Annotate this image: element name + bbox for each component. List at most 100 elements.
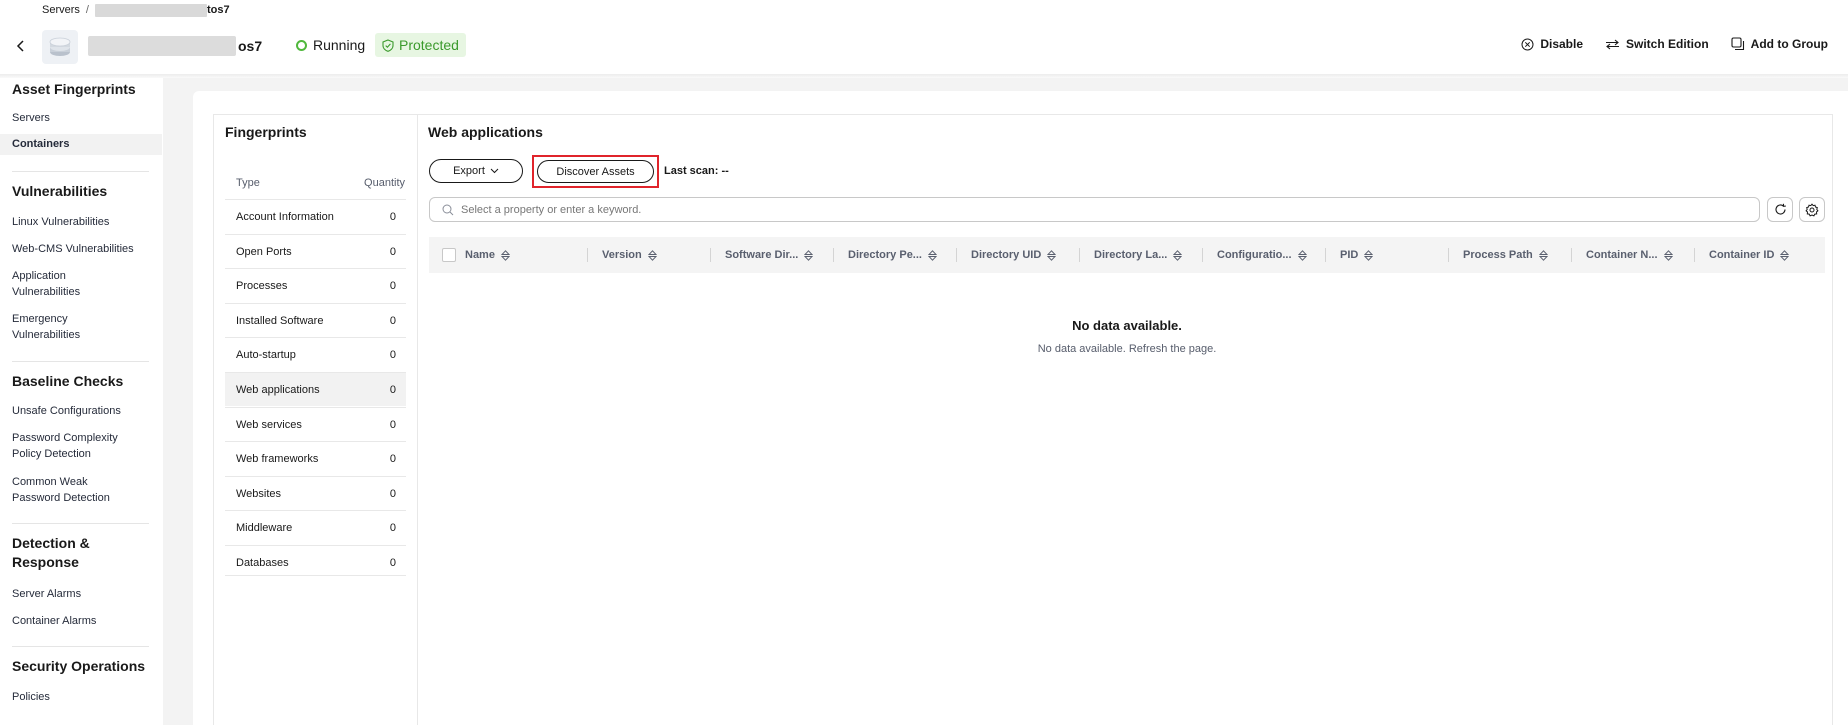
sidebar-item-unsafe-configurations[interactable]: Unsafe Configurations [12,403,121,419]
switch-edition-button[interactable]: Switch Edition [1605,37,1709,51]
nav-section-detection-response: Detection & Response [12,535,90,570]
sort-icon[interactable] [927,249,937,261]
sort-icon[interactable] [1173,249,1183,261]
search-placeholder: Select a property or enter a keyword. [461,203,642,216]
column-header[interactable]: Directory La... [1094,237,1183,273]
column-header[interactable]: Directory Pe... [848,237,937,273]
sidebar-item-policies[interactable]: Policies [12,689,50,705]
refresh-icon [1774,203,1786,215]
sort-icon[interactable] [647,249,657,261]
fingerprint-type-label: Installed Software [236,315,324,327]
sort-icon[interactable] [1663,249,1673,261]
fingerprint-type-label: Processes [236,280,288,292]
fingerprint-row[interactable]: Open Ports 0 [225,234,406,268]
badge-label: Protected [399,37,459,53]
discover-assets-button[interactable]: Discover Assets [537,160,654,183]
column-header[interactable]: Container N... [1586,237,1673,273]
column-header[interactable]: Container ID [1709,237,1790,273]
column-header[interactable]: Process Path [1463,237,1548,273]
fingerprint-row[interactable]: Auto-startup 0 [225,337,406,371]
column-header[interactable]: Software Dir... [725,237,814,273]
fingerprint-type-label: Web services [236,419,302,431]
chevron-down-icon [490,168,499,174]
fingerprint-row[interactable]: Websites 0 [225,476,406,510]
column-divider[interactable] [1571,248,1572,262]
server-stack-icon [42,30,78,64]
nav-section-security-operations: Security Operations [12,658,146,674]
sidebar-item-linux-vulnerabilities[interactable]: Linux Vulnerabilities [12,214,109,230]
fingerprint-row[interactable]: Processes 0 [225,268,406,302]
close-circle-icon [1521,38,1534,50]
sort-icon[interactable] [1047,249,1057,261]
sidebar-item-container-alarms[interactable]: Container Alarms [12,613,96,629]
column-header[interactable]: Directory UID [971,237,1057,273]
select-all-checkbox[interactable] [442,248,456,262]
column-header-label: Directory La... [1094,249,1168,261]
column-header-label: Directory UID [971,249,1042,261]
sidebar-item-emergency-vulnerabilities[interactable]: Emergency Vulnerabilities [12,311,122,343]
column-header[interactable]: PID [1340,237,1374,273]
settings-button[interactable] [1799,197,1825,222]
fingerprint-quantity: 0 [389,349,396,361]
nav-divider [12,646,149,647]
sidebar-item-containers[interactable]: Containers [0,134,162,155]
column-divider[interactable] [956,248,957,262]
sort-icon[interactable] [1297,249,1307,261]
fingerprint-type-label: Websites [236,488,282,500]
column-divider[interactable] [1079,248,1080,262]
empty-state-subtitle: No data available. Refresh the page. [1037,343,1217,355]
column-header[interactable]: Name [465,237,510,273]
column-header-label: Container ID [1709,249,1775,261]
sort-icon[interactable] [500,249,510,261]
search-input[interactable]: Select a property or enter a keyword. [429,197,1760,222]
shield-check-icon [382,38,394,52]
column-header[interactable]: Version [602,237,657,273]
column-divider[interactable] [1325,248,1326,262]
sort-icon[interactable] [1780,249,1790,261]
sidebar-item-servers[interactable]: Servers [12,110,50,126]
column-header-label: Version [602,249,642,261]
fingerprint-quantity: 0 [389,453,396,465]
column-divider[interactable] [833,248,834,262]
column-divider[interactable] [710,248,711,262]
nav-section-vulnerabilities: Vulnerabilities [12,183,108,199]
col-type: Type [236,177,260,189]
column-divider[interactable] [1694,248,1695,262]
sidebar-item-server-alarms[interactable]: Server Alarms [12,586,81,602]
column-header-label: Container N... [1586,249,1658,261]
fingerprint-row[interactable]: Databases 0 [225,545,406,579]
disable-button[interactable]: Disable [1521,37,1583,51]
sidebar-item-application-vulnerabilities[interactable]: Application Vulnerabilities [12,268,122,300]
discover-assets-label: Discover Assets [556,165,635,178]
sort-icon[interactable] [1538,249,1548,261]
status-indicator: Running [296,37,365,53]
export-button[interactable]: Export [429,159,523,183]
sort-icon[interactable] [804,249,814,261]
fingerprint-row[interactable]: Middleware 0 [225,510,406,544]
sidebar-item-weak-password[interactable]: Common Weak Password Detection [12,474,134,506]
fingerprint-row[interactable]: Web applications 0 [225,372,406,406]
breadcrumb-servers-link[interactable]: Servers [42,4,80,16]
fingerprint-type-label: Middleware [236,522,293,534]
column-header-label: PID [1340,249,1359,261]
fingerprint-row[interactable]: Account Information 0 [225,199,406,233]
empty-state-title: No data available. [1072,318,1182,333]
column-divider[interactable] [587,248,588,262]
fingerprint-quantity: 0 [389,557,396,569]
column-divider[interactable] [1202,248,1203,262]
fingerprint-row[interactable]: Installed Software 0 [225,303,406,337]
fingerprint-type-label: Account Information [236,211,334,223]
sidebar-item-password-complexity[interactable]: Password Complexity Policy Detection [12,430,134,462]
sort-icon[interactable] [1364,249,1374,261]
add-to-group-button[interactable]: Add to Group [1731,37,1828,51]
fingerprint-row[interactable]: Web frameworks 0 [225,441,406,475]
fingerprint-row[interactable]: Web services 0 [225,407,406,441]
column-header[interactable]: Configuratio... [1217,237,1307,273]
column-divider[interactable] [1448,248,1449,262]
refresh-button[interactable] [1767,197,1793,222]
fingerprint-quantity: 0 [389,246,396,258]
back-arrow-icon[interactable] [12,37,30,55]
fingerprints-table-header: Type Quantity [225,173,405,193]
sidebar-item-web-cms-vulnerabilities[interactable]: Web-CMS Vulnerabilities [12,241,134,257]
breadcrumb-separator: / [85,4,89,16]
